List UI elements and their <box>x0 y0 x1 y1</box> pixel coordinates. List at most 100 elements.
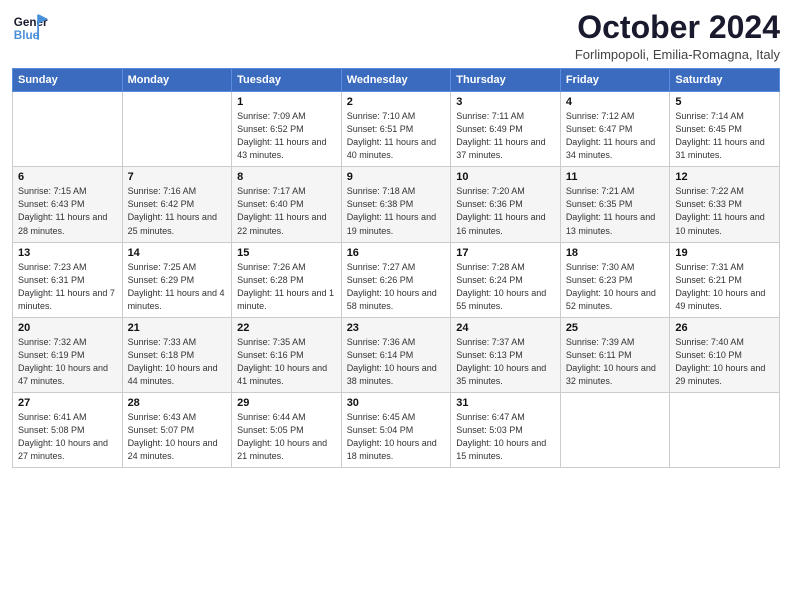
day-info: Sunrise: 7:12 AM Sunset: 6:47 PM Dayligh… <box>566 110 665 162</box>
calendar: Sunday Monday Tuesday Wednesday Thursday… <box>12 68 780 468</box>
day-number: 24 <box>456 322 555 334</box>
table-row <box>670 392 780 467</box>
day-number: 5 <box>675 96 774 108</box>
day-number: 19 <box>675 247 774 259</box>
day-number: 8 <box>237 171 336 183</box>
day-info: Sunrise: 7:33 AM Sunset: 6:18 PM Dayligh… <box>128 336 227 388</box>
day-number: 1 <box>237 96 336 108</box>
header-sunday: Sunday <box>13 69 123 92</box>
day-info: Sunrise: 7:22 AM Sunset: 6:33 PM Dayligh… <box>675 185 774 237</box>
day-number: 4 <box>566 96 665 108</box>
table-row: 2 Sunrise: 7:10 AM Sunset: 6:51 PM Daylig… <box>341 92 451 167</box>
day-info: Sunrise: 7:30 AM Sunset: 6:23 PM Dayligh… <box>566 261 665 313</box>
day-number: 2 <box>347 96 446 108</box>
day-info: Sunrise: 6:41 AM Sunset: 5:08 PM Dayligh… <box>18 411 117 463</box>
day-info: Sunrise: 7:14 AM Sunset: 6:45 PM Dayligh… <box>675 110 774 162</box>
day-number: 13 <box>18 247 117 259</box>
table-row: 9Sunrise: 7:18 AM Sunset: 6:38 PM Daylig… <box>341 167 451 242</box>
table-row: 22Sunrise: 7:35 AM Sunset: 6:16 PM Dayli… <box>232 317 342 392</box>
day-number: 12 <box>675 171 774 183</box>
day-number: 27 <box>18 397 117 409</box>
day-number: 11 <box>566 171 665 183</box>
day-info: Sunrise: 7:15 AM Sunset: 6:43 PM Dayligh… <box>18 185 117 237</box>
day-info: Sunrise: 6:44 AM Sunset: 5:05 PM Dayligh… <box>237 411 336 463</box>
table-row: 19 Sunrise: 7:31 AM Sunset: 6:21 PM Dayli… <box>670 242 780 317</box>
header-saturday: Saturday <box>670 69 780 92</box>
location: Forlimpopoli, Emilia-Romagna, Italy <box>575 47 780 62</box>
table-row: 21Sunrise: 7:33 AM Sunset: 6:18 PM Dayli… <box>122 317 232 392</box>
calendar-row-4: 20 Sunrise: 7:32 AM Sunset: 6:19 PM Dayli… <box>13 317 780 392</box>
calendar-row-1: 1 Sunrise: 7:09 AM Sunset: 6:52 PM Daylig… <box>13 92 780 167</box>
day-number: 15 <box>237 247 336 259</box>
table-row: 24 Sunrise: 7:37 AM Sunset: 6:13 PM Dayli… <box>451 317 561 392</box>
table-row: 17 Sunrise: 7:28 AM Sunset: 6:24 PM Dayli… <box>451 242 561 317</box>
table-row: 20 Sunrise: 7:32 AM Sunset: 6:19 PM Dayli… <box>13 317 123 392</box>
day-number: 26 <box>675 322 774 334</box>
month-title: October 2024 <box>575 10 780 45</box>
table-row <box>560 392 670 467</box>
day-number: 10 <box>456 171 555 183</box>
table-row: 6 Sunrise: 7:15 AM Sunset: 6:43 PM Daylig… <box>13 167 123 242</box>
day-number: 16 <box>347 247 446 259</box>
table-row: 12 Sunrise: 7:22 AM Sunset: 6:33 PM Dayli… <box>670 167 780 242</box>
day-info: Sunrise: 7:35 AM Sunset: 6:16 PM Dayligh… <box>237 336 336 388</box>
table-row: 8 Sunrise: 7:17 AM Sunset: 6:40 PM Daylig… <box>232 167 342 242</box>
day-info: Sunrise: 7:10 AM Sunset: 6:51 PM Dayligh… <box>347 110 446 162</box>
day-number: 28 <box>128 397 227 409</box>
day-info: Sunrise: 7:16 AM Sunset: 6:42 PM Dayligh… <box>128 185 227 237</box>
table-row: 26 Sunrise: 7:40 AM Sunset: 6:10 PM Dayli… <box>670 317 780 392</box>
calendar-row-5: 27 Sunrise: 6:41 AM Sunset: 5:08 PM Dayli… <box>13 392 780 467</box>
day-info: Sunrise: 6:43 AM Sunset: 5:07 PM Dayligh… <box>128 411 227 463</box>
table-row: 15 Sunrise: 7:26 AM Sunset: 6:28 PM Dayli… <box>232 242 342 317</box>
day-info: Sunrise: 7:28 AM Sunset: 6:24 PM Dayligh… <box>456 261 555 313</box>
day-number: 14 <box>128 247 227 259</box>
day-info: Sunrise: 7:39 AM Sunset: 6:11 PM Dayligh… <box>566 336 665 388</box>
table-row: 10 Sunrise: 7:20 AM Sunset: 6:36 PM Dayli… <box>451 167 561 242</box>
day-info: Sunrise: 7:23 AM Sunset: 6:31 PM Dayligh… <box>18 261 117 313</box>
day-info: Sunrise: 6:45 AM Sunset: 5:04 PM Dayligh… <box>347 411 446 463</box>
day-info: Sunrise: 7:36 AM Sunset: 6:14 PM Dayligh… <box>347 336 446 388</box>
day-info: Sunrise: 7:09 AM Sunset: 6:52 PM Dayligh… <box>237 110 336 162</box>
header-friday: Friday <box>560 69 670 92</box>
page: General Blue October 2024 Forlimpopoli, … <box>0 0 792 612</box>
day-info: Sunrise: 7:26 AM Sunset: 6:28 PM Dayligh… <box>237 261 336 313</box>
weekday-header-row: Sunday Monday Tuesday Wednesday Thursday… <box>13 69 780 92</box>
table-row: 25 Sunrise: 7:39 AM Sunset: 6:11 PM Dayli… <box>560 317 670 392</box>
day-info: Sunrise: 7:20 AM Sunset: 6:36 PM Dayligh… <box>456 185 555 237</box>
table-row: 30Sunrise: 6:45 AM Sunset: 5:04 PM Dayli… <box>341 392 451 467</box>
day-number: 17 <box>456 247 555 259</box>
day-number: 29 <box>237 397 336 409</box>
table-row: 13 Sunrise: 7:23 AM Sunset: 6:31 PM Dayli… <box>13 242 123 317</box>
day-number: 6 <box>18 171 117 183</box>
header-thursday: Thursday <box>451 69 561 92</box>
table-row: 23Sunrise: 7:36 AM Sunset: 6:14 PM Dayli… <box>341 317 451 392</box>
table-row: 5 Sunrise: 7:14 AM Sunset: 6:45 PM Daylig… <box>670 92 780 167</box>
table-row: 31Sunrise: 6:47 AM Sunset: 5:03 PM Dayli… <box>451 392 561 467</box>
day-info: Sunrise: 7:37 AM Sunset: 6:13 PM Dayligh… <box>456 336 555 388</box>
day-info: Sunrise: 7:17 AM Sunset: 6:40 PM Dayligh… <box>237 185 336 237</box>
table-row: 27 Sunrise: 6:41 AM Sunset: 5:08 PM Dayli… <box>13 392 123 467</box>
day-number: 7 <box>128 171 227 183</box>
day-number: 18 <box>566 247 665 259</box>
table-row: 29 Sunrise: 6:44 AM Sunset: 5:05 PM Dayli… <box>232 392 342 467</box>
day-number: 20 <box>18 322 117 334</box>
day-info: Sunrise: 7:27 AM Sunset: 6:26 PM Dayligh… <box>347 261 446 313</box>
day-info: Sunrise: 7:32 AM Sunset: 6:19 PM Dayligh… <box>18 336 117 388</box>
day-info: Sunrise: 7:40 AM Sunset: 6:10 PM Dayligh… <box>675 336 774 388</box>
table-row: 11Sunrise: 7:21 AM Sunset: 6:35 PM Dayli… <box>560 167 670 242</box>
calendar-row-3: 13 Sunrise: 7:23 AM Sunset: 6:31 PM Dayli… <box>13 242 780 317</box>
day-info: Sunrise: 7:31 AM Sunset: 6:21 PM Dayligh… <box>675 261 774 313</box>
header-monday: Monday <box>122 69 232 92</box>
day-number: 25 <box>566 322 665 334</box>
day-number: 3 <box>456 96 555 108</box>
table-row: 14 Sunrise: 7:25 AM Sunset: 6:29 PM Dayli… <box>122 242 232 317</box>
table-row <box>13 92 123 167</box>
table-row: 4 Sunrise: 7:12 AM Sunset: 6:47 PM Daylig… <box>560 92 670 167</box>
day-info: Sunrise: 7:25 AM Sunset: 6:29 PM Dayligh… <box>128 261 227 313</box>
header-wednesday: Wednesday <box>341 69 451 92</box>
svg-text:Blue: Blue <box>14 29 40 42</box>
header-tuesday: Tuesday <box>232 69 342 92</box>
table-row: 1 Sunrise: 7:09 AM Sunset: 6:52 PM Daylig… <box>232 92 342 167</box>
table-row: 7 Sunrise: 7:16 AM Sunset: 6:42 PM Daylig… <box>122 167 232 242</box>
day-number: 9 <box>347 171 446 183</box>
